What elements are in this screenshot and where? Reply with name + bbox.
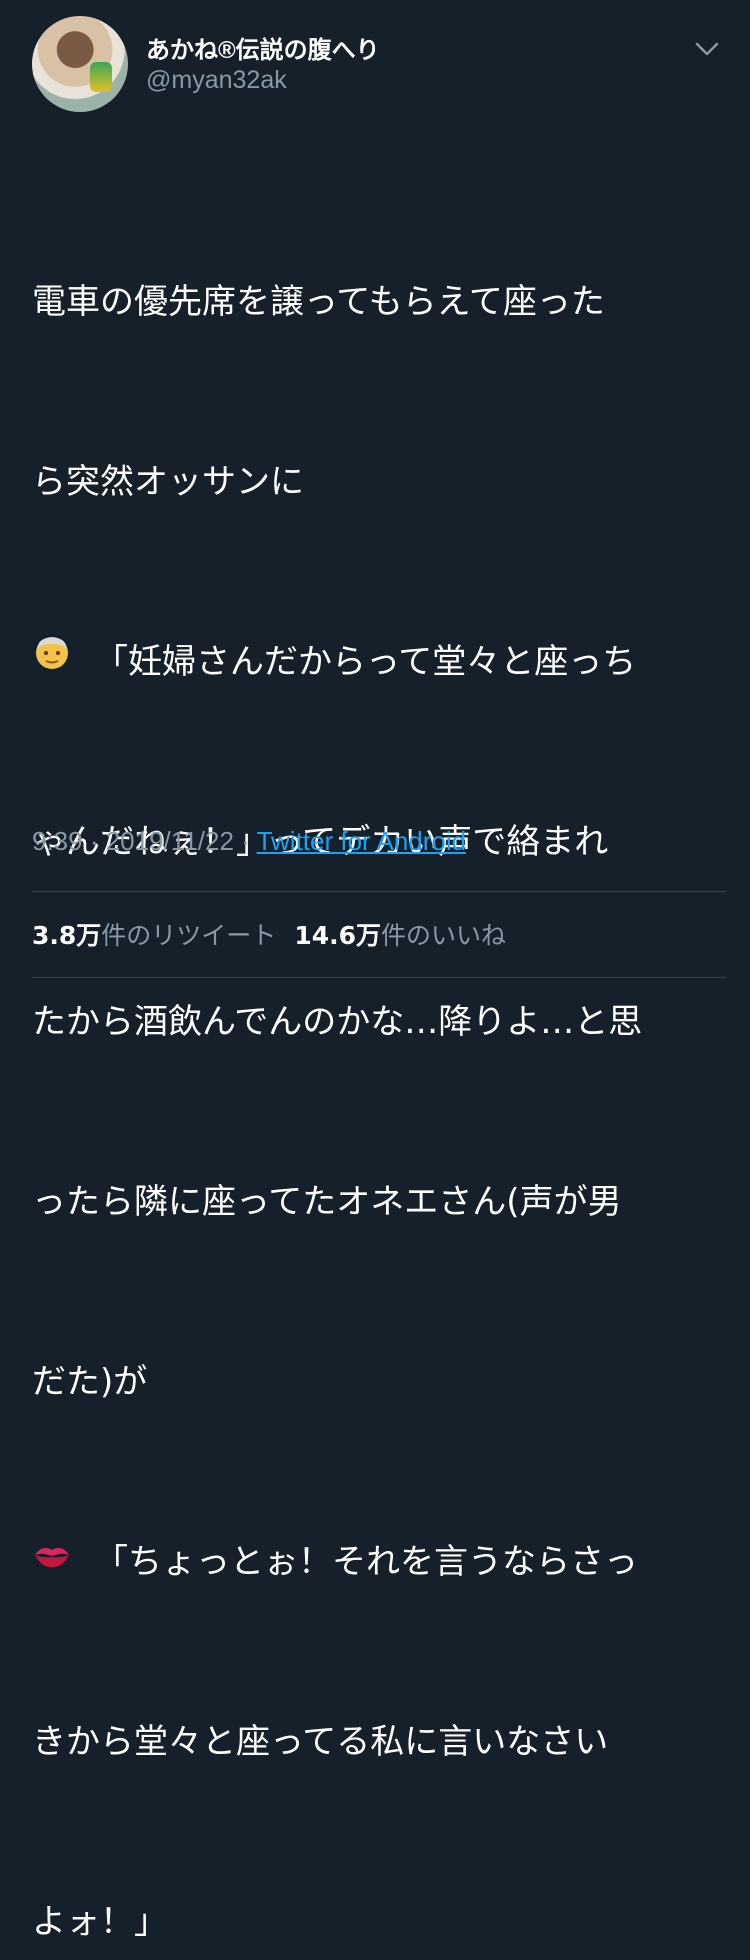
tweet-header: あかね®伝説の腹へり @myan32ak <box>32 16 722 112</box>
tweet-line: 「ちょっとぉ！それを言うならさっ <box>32 1532 722 1592</box>
likes-label: 件のいいね <box>381 921 507 950</box>
tweet-line: きから堂々と座ってる私に言いなさい <box>32 1722 609 1762</box>
avatar-photo-detail <box>90 62 112 92</box>
divider <box>32 977 726 978</box>
tweet-line: だた)が <box>32 1362 148 1402</box>
tweet-line: たから酒飲んでんのかな…降りよ…と思 <box>32 1002 643 1042</box>
tweet-text: 電車の優先席を譲ってもらえて座った ら突然オッサンに 「妊婦さんだからって堂々と… <box>32 152 722 1960</box>
tweet-date[interactable]: 2019/11/22 <box>106 826 234 856</box>
meta-separator: · <box>82 826 106 856</box>
avatar[interactable] <box>32 16 128 112</box>
tweet-line: よォ！」 <box>32 1902 168 1942</box>
tweet-time[interactable]: 9:39 <box>32 826 83 856</box>
likes-stat[interactable]: 14.6万件のいいね <box>294 921 506 950</box>
likes-count: 14.6万 <box>294 921 381 950</box>
tweet-line: ら突然オッサンに <box>32 462 304 502</box>
user-handle[interactable]: @myan32ak <box>146 66 287 95</box>
tweet-line-text: 「妊婦さんだからって堂々と座っち <box>94 642 637 682</box>
meta-separator: · <box>233 826 257 856</box>
older-man-emoji <box>32 631 72 691</box>
tweet-source-link[interactable]: Twitter for Android <box>257 826 467 856</box>
kiss-mark-emoji <box>32 1531 72 1591</box>
retweets-label: 件のリツイート <box>101 921 277 950</box>
retweets-stat[interactable]: 3.8万件のリツイート <box>32 921 276 950</box>
display-name[interactable]: あかね®伝説の腹へり <box>146 30 380 65</box>
tweet-line: ったら隣に座ってたオネエさん(声が男 <box>32 1182 622 1222</box>
retweets-count: 3.8万 <box>32 921 102 950</box>
tweet-menu-button[interactable] <box>692 34 722 64</box>
tweet-stats: 3.8万件のリツイート 14.6万件のいいね <box>32 916 506 952</box>
chevron-down-icon <box>695 42 719 56</box>
tweet-meta: 9:39 · 2019/11/22 · Twitter for Android <box>32 826 466 866</box>
tweet-line: 「妊婦さんだからって堂々と座っち <box>32 632 722 692</box>
divider <box>32 891 726 892</box>
tweet-line: 電車の優先席を譲ってもらえて座った <box>32 282 605 322</box>
tweet-line-text: 「ちょっとぉ！それを言うならさっ <box>94 1542 638 1582</box>
